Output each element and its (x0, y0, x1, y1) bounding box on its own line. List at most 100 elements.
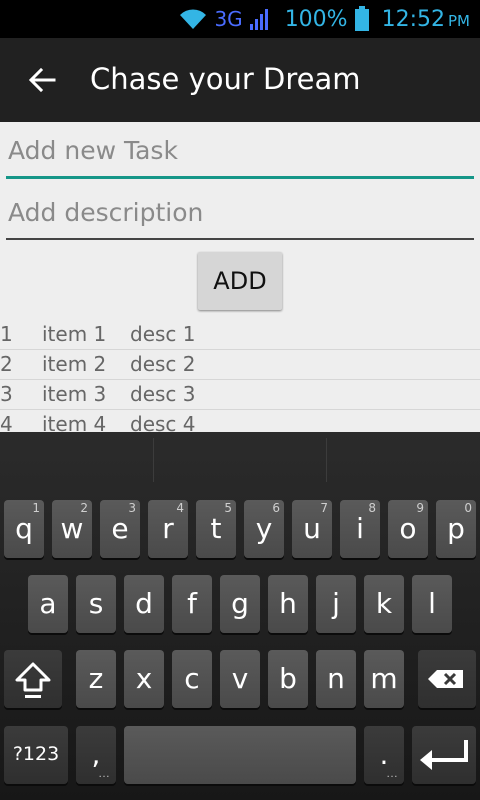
key-label: o (399, 512, 417, 545)
task-name: item 2 (42, 352, 107, 376)
key-label: d (135, 587, 153, 620)
key-l[interactable]: l (412, 575, 452, 633)
key-h[interactable]: h (268, 575, 308, 633)
list-item[interactable]: 1 item 1 desc 1 (0, 320, 480, 350)
add-button[interactable]: ADD (198, 252, 282, 310)
key-z[interactable]: z (76, 650, 116, 708)
status-bar: 3G 100% 12:52 PM (0, 0, 480, 38)
suggestion-divider (153, 438, 154, 482)
soft-keyboard: 1q 2w 3e 4r 5t 6y 7u 8i 9o 0p a s d f g … (0, 432, 480, 800)
key-v[interactable]: v (220, 650, 260, 708)
key-label: l (428, 587, 436, 620)
task-desc: desc 2 (130, 352, 196, 376)
space-key[interactable] (124, 726, 356, 784)
task-desc: desc 1 (130, 322, 196, 346)
delete-key[interactable] (418, 650, 476, 708)
task-desc: desc 3 (130, 382, 196, 406)
comma-key[interactable]: ,… (76, 726, 116, 784)
key-label: w (60, 512, 84, 545)
shift-key[interactable] (4, 650, 62, 708)
more-dots-icon: … (98, 766, 110, 780)
key-k[interactable]: k (364, 575, 404, 633)
key-label: . (379, 738, 389, 771)
key-q[interactable]: 1q (4, 500, 44, 558)
signal-icon (249, 9, 268, 30)
enter-icon (420, 740, 468, 770)
period-key[interactable]: .… (364, 726, 404, 784)
wifi-icon (180, 9, 207, 29)
backspace-icon (428, 670, 463, 688)
key-n[interactable]: n (316, 650, 356, 708)
key-label: v (231, 662, 249, 695)
task-name: item 3 (42, 382, 107, 406)
key-label: y (255, 512, 273, 545)
task-list: 1 item 1 desc 1 2 item 2 desc 2 3 item 3… (0, 320, 480, 432)
key-label: , (91, 738, 101, 771)
key-w[interactable]: 2w (52, 500, 92, 558)
key-p[interactable]: 0p (436, 500, 476, 558)
key-y[interactable]: 6y (244, 500, 284, 558)
key-label: u (303, 512, 321, 545)
key-label: c (184, 662, 200, 695)
main-content: ADD 1 item 1 desc 1 2 item 2 desc 2 3 it… (0, 122, 480, 432)
key-label: r (162, 512, 174, 545)
list-item[interactable]: 3 item 3 desc 3 (0, 380, 480, 410)
key-r[interactable]: 4r (148, 500, 188, 558)
shift-icon (15, 662, 51, 698)
task-name: item 4 (42, 412, 107, 432)
battery-percent: 100% (284, 6, 348, 32)
key-label: a (39, 587, 57, 620)
key-label: k (375, 587, 393, 620)
key-label: g (231, 587, 249, 620)
key-m[interactable]: m (364, 650, 404, 708)
key-a[interactable]: a (28, 575, 68, 633)
key-label: ?123 (12, 743, 60, 765)
key-t[interactable]: 5t (196, 500, 236, 558)
key-g[interactable]: g (220, 575, 260, 633)
key-i[interactable]: 8i (340, 500, 380, 558)
status-icons: 3G 100% 12:52 PM (178, 0, 470, 38)
key-u[interactable]: 7u (292, 500, 332, 558)
suggestion-strip[interactable] (0, 432, 480, 488)
key-x[interactable]: x (124, 650, 164, 708)
key-b[interactable]: b (268, 650, 308, 708)
key-label: b (279, 662, 297, 695)
action-bar: Chase your Dream (0, 38, 480, 122)
description-field (6, 190, 476, 240)
key-c[interactable]: c (172, 650, 212, 708)
key-label: n (327, 662, 345, 695)
key-label: m (370, 662, 398, 695)
key-j[interactable]: j (316, 575, 356, 633)
list-item[interactable]: 2 item 2 desc 2 (0, 350, 480, 380)
task-id: 3 (0, 382, 13, 406)
key-s[interactable]: s (76, 575, 116, 633)
key-e[interactable]: 3e (100, 500, 140, 558)
task-field (6, 128, 476, 179)
key-label: i (356, 512, 364, 545)
enter-key[interactable] (412, 726, 476, 784)
key-d[interactable]: d (124, 575, 164, 633)
more-dots-icon: … (386, 766, 398, 780)
key-label: e (111, 512, 129, 545)
key-label: p (447, 512, 465, 545)
key-label: x (135, 662, 153, 695)
clock-time: 12:52 (381, 6, 445, 32)
clock-ampm: PM (448, 11, 470, 30)
task-id: 1 (0, 322, 13, 346)
key-f[interactable]: f (172, 575, 212, 633)
symbols-key[interactable]: ?123 (4, 726, 68, 784)
description-input[interactable] (6, 190, 476, 234)
task-id: 4 (0, 412, 13, 432)
key-label: q (15, 512, 33, 545)
list-item[interactable]: 4 item 4 desc 4 (0, 410, 480, 432)
clock: 12:52 PM (382, 7, 470, 32)
battery-icon (354, 6, 369, 31)
task-name: item 1 (42, 322, 107, 346)
task-desc: desc 4 (130, 412, 196, 432)
key-label: f (187, 587, 197, 620)
key-label: z (88, 662, 104, 695)
key-o[interactable]: 9o (388, 500, 428, 558)
back-button[interactable] (20, 60, 64, 100)
network-type: 3G (214, 7, 243, 31)
task-input[interactable] (6, 128, 476, 172)
